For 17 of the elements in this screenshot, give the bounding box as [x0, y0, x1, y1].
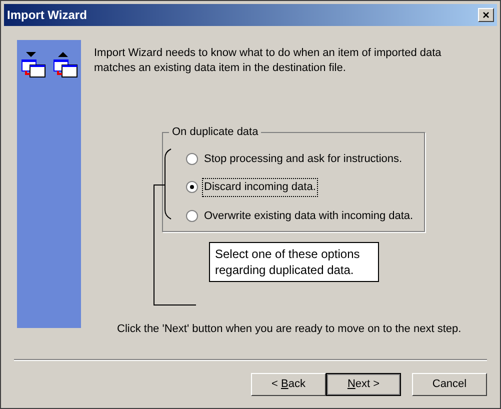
option-label[interactable]: Overwrite existing data with incoming data. [203, 208, 414, 224]
download-windows-icon [20, 50, 46, 78]
option-label[interactable]: Stop processing and ask for instructions. [203, 150, 404, 167]
group-title: On duplicate data [171, 125, 260, 140]
close-button[interactable]: × [478, 8, 494, 22]
window-title: Import Wizard [7, 7, 87, 24]
callout-text: Select one of these options regarding duplicated data. [215, 247, 360, 277]
radio-button[interactable] [186, 210, 198, 222]
radio-button[interactable] [186, 152, 198, 165]
option-label[interactable]: Discard incoming data. [203, 179, 317, 196]
upload-windows-icon [52, 50, 78, 78]
next-hint: Click the 'Next' button when you are ready to move on to the next step. [117, 322, 462, 337]
radio-button[interactable] [186, 181, 198, 194]
dialog-button[interactable]: Next > [326, 373, 401, 396]
dialog-button[interactable]: Cancel [412, 373, 487, 396]
intro-text: Import Wizard needs to know what to do when an item of imported data matches an existing data item in the destination file. [94, 46, 442, 76]
dialog-button[interactable]: < Back [251, 373, 326, 396]
